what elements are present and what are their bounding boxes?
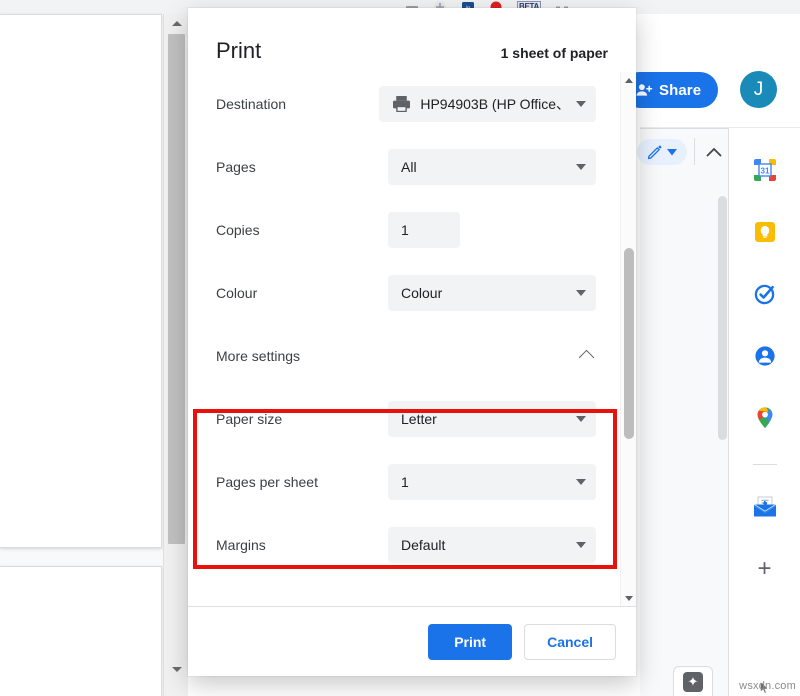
- sheet-count-label: 1 sheet of paper: [501, 45, 608, 61]
- add-addon-icon: +: [757, 557, 771, 581]
- chevron-down-icon: [576, 164, 586, 170]
- google-tasks-icon: [752, 281, 778, 307]
- pages-value: All: [401, 159, 570, 175]
- rail-item-contacts[interactable]: [745, 336, 785, 376]
- pages-per-sheet-select[interactable]: 1: [388, 464, 596, 500]
- copies-value: 1: [401, 222, 450, 238]
- screenshot-root: in BETA Share J: [0, 0, 800, 696]
- pages-label: Pages: [216, 159, 388, 175]
- docs-canvas-scrollbar-thumb[interactable]: [718, 196, 727, 440]
- avatar-initial: J: [754, 79, 764, 101]
- print-button[interactable]: Print: [428, 624, 512, 660]
- share-button-label: Share: [659, 82, 701, 99]
- setting-row-colour: Colour Colour: [188, 261, 636, 324]
- pages-per-sheet-label: Pages per sheet: [216, 474, 388, 490]
- document-scrollbar[interactable]: [163, 14, 188, 696]
- print-dialog-title: Print: [216, 38, 261, 64]
- chevron-down-icon: [576, 479, 586, 485]
- rail-item-keep[interactable]: [745, 212, 785, 252]
- setting-row-destination: Destination HP94903B (HP Office、: [188, 72, 636, 135]
- setting-row-pages-per-sheet: Pages per sheet 1: [188, 450, 636, 513]
- more-settings-toggle[interactable]: More settings: [188, 324, 636, 387]
- chevron-down-icon: [576, 416, 586, 422]
- setting-row-pages: Pages All: [188, 135, 636, 198]
- google-contacts-icon: [752, 343, 778, 369]
- scroll-up-arrow-icon[interactable]: [621, 72, 636, 88]
- document-page-1: [0, 14, 162, 548]
- chevron-up-icon: [579, 350, 595, 366]
- chevron-down-icon: [576, 542, 586, 548]
- print-dialog-footer: Print Cancel: [188, 606, 636, 676]
- copies-input[interactable]: 1: [388, 212, 460, 248]
- print-settings-list: Destination HP94903B (HP Office、: [188, 72, 636, 576]
- scroll-down-arrow-icon[interactable]: [164, 660, 189, 678]
- print-settings-scroll-area: Destination HP94903B (HP Office、: [188, 72, 636, 606]
- chevron-up-icon: [706, 147, 722, 158]
- scrollbar-thumb[interactable]: [168, 34, 185, 544]
- pages-select[interactable]: All: [388, 149, 596, 185]
- editing-mode-button[interactable]: [637, 139, 687, 165]
- document-page-2: [0, 566, 162, 696]
- pages-per-sheet-value: 1: [401, 474, 570, 490]
- paper-size-select[interactable]: Letter: [388, 401, 596, 437]
- google-maps-icon: [753, 405, 777, 431]
- cancel-button[interactable]: Cancel: [524, 624, 616, 660]
- print-dialog-header: Print 1 sheet of paper: [188, 8, 636, 64]
- rail-item-tasks[interactable]: [745, 274, 785, 314]
- scrollbar-thumb[interactable]: [624, 248, 634, 439]
- paper-size-value: Letter: [401, 411, 570, 427]
- rail-item-calendar[interactable]: 31: [745, 150, 785, 190]
- setting-row-paper-size: Paper size Letter: [188, 387, 636, 450]
- rail-item-maps[interactable]: [745, 398, 785, 438]
- colour-select[interactable]: Colour: [388, 275, 596, 311]
- margins-label: Margins: [216, 537, 388, 553]
- rail-item-add-addon[interactable]: +: [745, 549, 785, 589]
- destination-value: HP94903B (HP Office、: [420, 94, 570, 114]
- destination-label: Destination: [216, 96, 379, 112]
- watermark: wsxdn.com: [739, 680, 796, 692]
- scroll-up-arrow-icon[interactable]: [164, 14, 189, 32]
- print-dialog: Print 1 sheet of paper Destination HP9: [188, 8, 636, 676]
- more-settings-label: More settings: [216, 348, 581, 364]
- caret-down-icon: [667, 149, 677, 156]
- copies-label: Copies: [216, 222, 388, 238]
- chevron-down-icon: [576, 290, 586, 296]
- rail-item-mail-addon[interactable]: [745, 487, 785, 527]
- colour-label: Colour: [216, 285, 388, 301]
- sparkle-icon: ✦: [683, 672, 703, 692]
- google-calendar-icon: 31: [752, 157, 778, 183]
- document-preview-area: [0, 14, 188, 696]
- rail-divider: [753, 464, 777, 465]
- person-add-icon: [636, 82, 653, 98]
- share-button[interactable]: Share: [622, 72, 718, 108]
- scroll-down-arrow-icon[interactable]: [621, 590, 636, 606]
- docs-canvas-background: [640, 128, 728, 696]
- print-settings-scrollbar[interactable]: [620, 72, 636, 606]
- google-workspace-app-rail: 31: [728, 128, 800, 696]
- paper-size-label: Paper size: [216, 411, 388, 427]
- destination-select[interactable]: HP94903B (HP Office、: [379, 86, 596, 122]
- google-keep-icon: [752, 219, 778, 245]
- ai-assist-button[interactable]: ✦: [673, 666, 713, 696]
- addon-mail-icon: [752, 495, 778, 519]
- toolbar-divider: [694, 138, 695, 165]
- avatar[interactable]: J: [740, 71, 777, 108]
- collapse-toolbar-button[interactable]: [700, 139, 728, 165]
- margins-select[interactable]: Default: [388, 527, 596, 563]
- setting-row-margins: Margins Default: [188, 513, 636, 576]
- svg-text:31: 31: [760, 166, 769, 175]
- printer-icon: [392, 95, 411, 113]
- margins-value: Default: [401, 537, 570, 553]
- pencil-icon: [647, 144, 663, 160]
- setting-row-copies: Copies 1: [188, 198, 636, 261]
- colour-value: Colour: [401, 285, 570, 301]
- chevron-down-icon: [576, 101, 586, 107]
